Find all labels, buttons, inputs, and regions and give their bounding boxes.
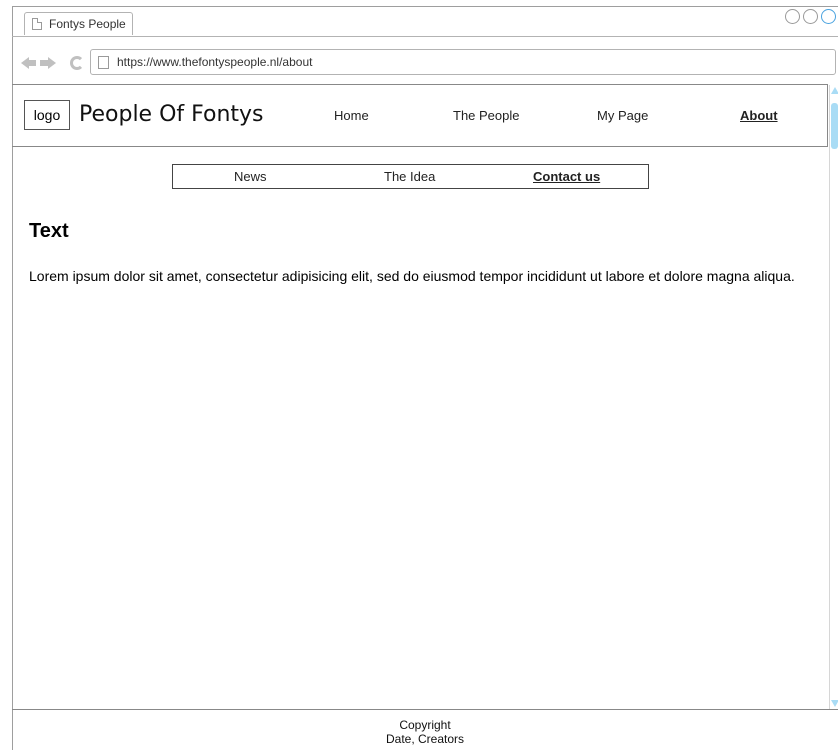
content-heading: Text (29, 220, 69, 242)
tab-title: Fontys People (49, 17, 126, 31)
scroll-down-arrow-icon[interactable] (831, 700, 838, 707)
footer-copyright: Copyright (399, 718, 451, 732)
back-arrow-icon[interactable] (21, 57, 36, 69)
content-body: Lorem ipsum dolor sit amet, consectetur … (29, 268, 795, 284)
footer-date-creators: Date, Creators (385, 732, 465, 746)
scroll-up-arrow-icon[interactable] (831, 87, 838, 94)
logo[interactable]: logo (24, 100, 70, 130)
reload-icon[interactable] (70, 56, 84, 70)
address-bar[interactable]: https://www.thefontyspeople.nl/about (90, 49, 836, 75)
page-icon (98, 56, 109, 69)
nav-my-page[interactable]: My Page (597, 107, 648, 125)
page-icon (32, 18, 42, 30)
scrollbar[interactable] (829, 85, 838, 709)
site-header: logo People Of Fontys Home The People My… (12, 84, 828, 147)
maximize-icon[interactable] (803, 9, 818, 24)
address-row: https://www.thefontyspeople.nl/about (12, 48, 838, 80)
url-text: https://www.thefontyspeople.nl/about (117, 55, 313, 69)
footer: Copyright Date, Creators (12, 709, 838, 750)
forward-arrow-icon[interactable] (40, 57, 56, 69)
close-icon[interactable] (821, 9, 836, 24)
site-title: People Of Fontys (79, 102, 264, 127)
sub-nav: News The Idea Contact us (172, 164, 649, 189)
nav-home[interactable]: Home (334, 107, 369, 125)
nav-about[interactable]: About (740, 107, 778, 125)
tab-divider (12, 36, 838, 37)
subnav-contact-us[interactable]: Contact us (533, 168, 600, 185)
subnav-the-idea[interactable]: The Idea (384, 168, 435, 185)
browser-tab[interactable]: Fontys People (24, 12, 133, 35)
subnav-news[interactable]: News (234, 168, 267, 185)
scroll-thumb[interactable] (831, 103, 838, 149)
nav-the-people[interactable]: The People (453, 107, 520, 125)
minimize-icon[interactable] (785, 9, 800, 24)
